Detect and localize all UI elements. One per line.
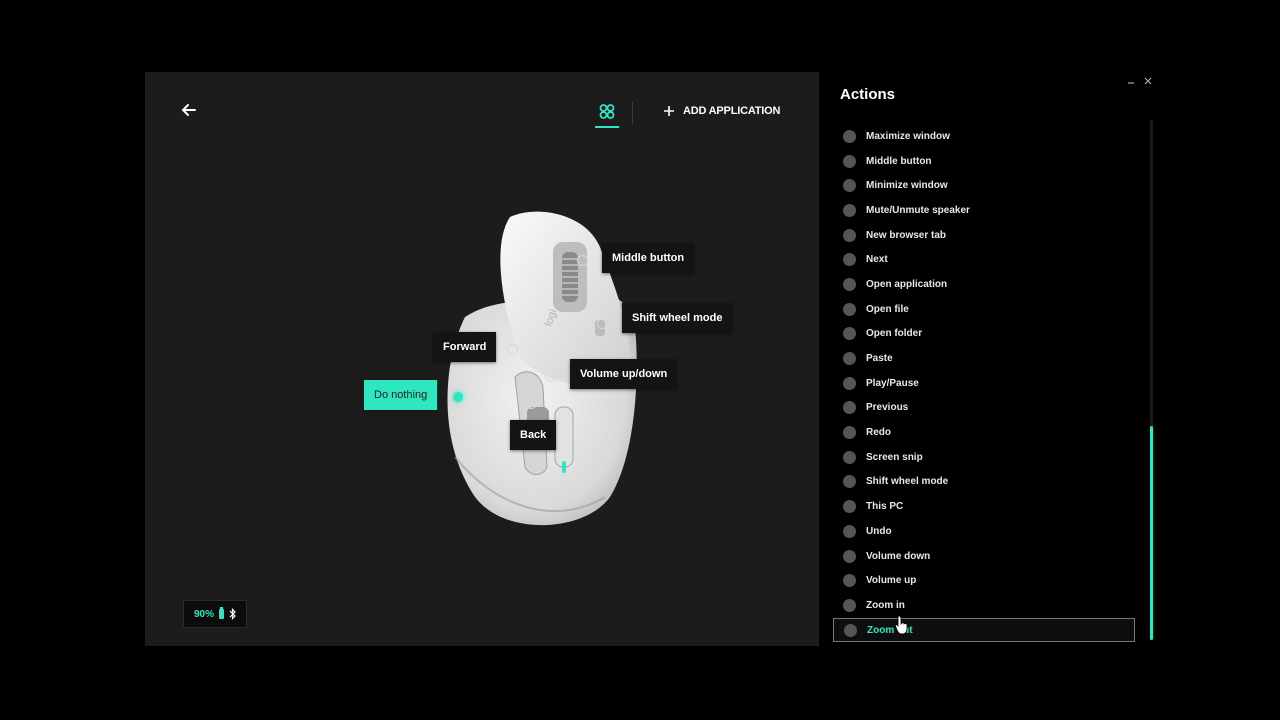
- action-item[interactable]: Screen snip: [833, 445, 1135, 470]
- action-item-label: Open application: [866, 278, 948, 290]
- device-panel: ADD APPLICATION logi Middle button Shift…: [145, 72, 819, 646]
- action-item[interactable]: Open file: [833, 297, 1135, 322]
- action-item-label: Next: [866, 254, 888, 266]
- action-item-label: Undo: [866, 525, 892, 537]
- radio-circle-icon: [843, 277, 856, 291]
- action-item-label: Maximize window: [866, 130, 950, 142]
- action-item[interactable]: Undo: [833, 519, 1135, 544]
- action-item[interactable]: Volume up: [833, 568, 1135, 593]
- back-hotspot[interactable]: [526, 398, 537, 409]
- actions-title: Actions: [840, 86, 896, 103]
- callout-shift-wheel-mode[interactable]: Shift wheel mode: [622, 303, 733, 333]
- action-item[interactable]: Open folder: [833, 322, 1135, 347]
- back-arrow-icon[interactable]: [179, 100, 199, 120]
- action-item[interactable]: Next: [833, 247, 1135, 272]
- battery-icon: [219, 607, 224, 619]
- radio-circle-icon: [843, 228, 856, 242]
- radio-circle-icon: [843, 352, 856, 366]
- radio-circle-icon: [843, 327, 856, 341]
- actions-panel: Actions Maximize window Middle button Mini…: [820, 72, 1158, 646]
- scrollbar-thumb[interactable]: [1150, 426, 1153, 640]
- battery-status: 90%: [183, 600, 247, 628]
- action-item-label: Volume down: [866, 550, 931, 562]
- header-divider: [632, 102, 633, 124]
- action-item-label: Zoom in: [866, 599, 905, 611]
- battery-level: 90%: [193, 608, 214, 620]
- radio-circle-icon: [843, 376, 856, 390]
- actions-scrollbar[interactable]: [1150, 120, 1153, 640]
- action-item-label: Play/Pause: [866, 377, 919, 389]
- action-item[interactable]: Minimize window: [833, 173, 1135, 198]
- applications-grid-button[interactable]: [595, 100, 619, 128]
- gesture-hotspot[interactable]: [453, 392, 463, 402]
- radio-circle-icon: [843, 154, 856, 168]
- active-tab-underline: [595, 126, 619, 128]
- mouse-pointer-icon: [895, 615, 908, 635]
- action-item[interactable]: New browser tab: [833, 223, 1135, 248]
- callout-middle-button[interactable]: Middle button: [602, 243, 695, 273]
- forward-hotspot[interactable]: [507, 344, 518, 355]
- action-item[interactable]: Volume down: [833, 544, 1135, 569]
- action-item-label: Screen snip: [866, 451, 923, 463]
- action-item[interactable]: Open application: [833, 272, 1135, 297]
- plus-icon: [664, 106, 674, 116]
- action-item-label: New browser tab: [866, 229, 947, 241]
- action-item[interactable]: Shift wheel mode: [833, 470, 1135, 495]
- action-item-label: Paste: [866, 353, 893, 365]
- action-item-label: Mute/Unmute speaker: [866, 204, 970, 216]
- middle-button-hotspot[interactable]: [577, 255, 588, 266]
- action-item[interactable]: Paste: [833, 346, 1135, 371]
- action-item-label: Previous: [866, 402, 909, 414]
- action-item-label: This PC: [866, 501, 904, 513]
- radio-circle-icon: [843, 500, 856, 514]
- callout-forward[interactable]: Forward: [433, 332, 497, 362]
- action-item-label: Minimize window: [866, 180, 948, 192]
- action-item[interactable]: Zoom out: [833, 617, 1135, 643]
- add-application-button[interactable]: ADD APPLICATION: [663, 102, 780, 120]
- add-application-label: ADD APPLICATION: [683, 105, 781, 117]
- action-item-label: Shift wheel mode: [866, 476, 949, 488]
- action-item[interactable]: Mute/Unmute speaker: [833, 198, 1135, 223]
- grid-icon: [599, 104, 615, 119]
- radio-circle-icon: [843, 426, 856, 440]
- action-item-label: Volume up: [866, 575, 917, 587]
- action-item-label: Middle button: [866, 155, 932, 167]
- action-item[interactable]: Middle button: [833, 149, 1135, 174]
- radio-circle-icon: [843, 524, 856, 538]
- radio-circle-icon: [843, 302, 856, 316]
- action-item[interactable]: Maximize window: [833, 124, 1135, 149]
- radio-circle-icon: [844, 623, 857, 637]
- action-item-label: Redo: [866, 427, 891, 439]
- action-item[interactable]: Redo: [833, 420, 1135, 445]
- radio-circle-icon: [843, 598, 856, 612]
- shift-wheel-hotspot[interactable]: [597, 318, 608, 329]
- action-item-label: Open file: [866, 303, 909, 315]
- radio-circle-icon: [843, 475, 856, 489]
- callout-volume[interactable]: Volume up/down: [570, 359, 678, 389]
- radio-circle-icon: [843, 450, 856, 464]
- action-item[interactable]: Zoom in: [833, 593, 1135, 618]
- action-item[interactable]: This PC: [833, 494, 1135, 519]
- radio-circle-icon: [843, 203, 856, 217]
- bluetooth-icon: [229, 608, 236, 620]
- callout-gesture-button[interactable]: Do nothing: [364, 380, 438, 410]
- radio-circle-icon: [843, 179, 856, 193]
- radio-circle-icon: [843, 549, 856, 563]
- radio-circle-icon: [843, 401, 856, 415]
- close-icon[interactable]: [1143, 76, 1153, 86]
- radio-circle-icon: [843, 253, 856, 267]
- actions-list: Maximize window Middle button Minimize win…: [833, 124, 1135, 643]
- action-item[interactable]: Previous: [833, 396, 1135, 421]
- minimize-icon[interactable]: [1126, 76, 1136, 86]
- action-item[interactable]: Play/Pause: [833, 371, 1135, 396]
- callout-back[interactable]: Back: [510, 420, 557, 450]
- radio-circle-icon: [843, 129, 856, 143]
- volume-hotspot[interactable]: [545, 371, 556, 382]
- action-item-label: Open folder: [866, 328, 923, 340]
- radio-circle-icon: [843, 574, 856, 588]
